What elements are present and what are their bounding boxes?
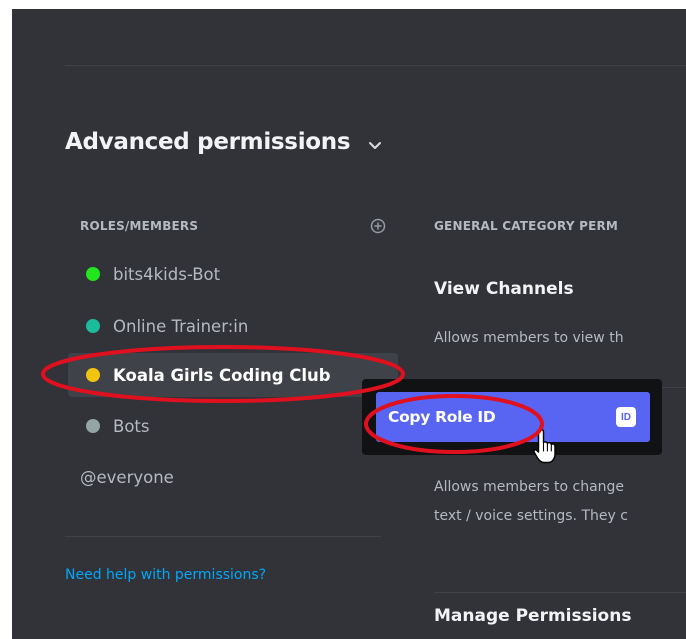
category-permissions-header: GENERAL CATEGORY PERM (434, 219, 619, 233)
role-item-everyone[interactable]: @everyone (68, 455, 398, 499)
copy-role-id-menu-item[interactable]: Copy Role ID ID (376, 392, 650, 442)
manage-channels-description-line-1: Allows members to change (434, 479, 625, 495)
role-label: @everyone (80, 467, 174, 487)
role-context-menu: Copy Role ID ID (362, 379, 662, 455)
roles-members-label: ROLES/MEMBERS (80, 219, 199, 233)
server-settings-panel: Advanced permissions ROLES/MEMBERS bits4… (12, 9, 686, 639)
help-permissions-link[interactable]: Need help with permissions? (65, 567, 266, 583)
role-color-dot (86, 319, 100, 333)
role-color-dot (86, 368, 100, 382)
role-color-dot (86, 419, 100, 433)
copy-role-id-label: Copy Role ID (388, 408, 496, 426)
advanced-permissions-header[interactable]: Advanced permissions (65, 129, 384, 155)
permission-divider (434, 592, 686, 593)
role-color-dot (86, 267, 100, 281)
role-label: Online Trainer:in (113, 316, 249, 336)
role-item-bots[interactable]: Bots (68, 404, 398, 448)
hand-pointer-cursor-icon (533, 428, 556, 464)
role-item-koala-girls-coding-club[interactable]: Koala Girls Coding Club (68, 353, 398, 397)
id-badge-icon: ID (616, 407, 636, 427)
role-label: Bots (113, 416, 150, 436)
view-channels-title: View Channels (434, 279, 574, 299)
roles-divider (65, 536, 381, 537)
manage-channels-description-line-2: text / voice settings. They c (434, 508, 628, 524)
manage-permissions-title: Manage Permissions (434, 606, 632, 626)
section-title: Advanced permissions (65, 129, 351, 155)
roles-members-header: ROLES/MEMBERS (80, 218, 386, 234)
chevron-down-icon (369, 142, 382, 149)
top-divider (65, 65, 686, 66)
role-item-bits4kids-bot[interactable]: bits4kids-Bot (68, 252, 398, 296)
role-item-online-trainer[interactable]: Online Trainer:in (68, 304, 398, 348)
add-circle-icon[interactable] (370, 218, 386, 234)
view-channels-description: Allows members to view th (434, 330, 624, 346)
role-label: bits4kids-Bot (113, 264, 221, 284)
role-label: Koala Girls Coding Club (113, 365, 331, 385)
